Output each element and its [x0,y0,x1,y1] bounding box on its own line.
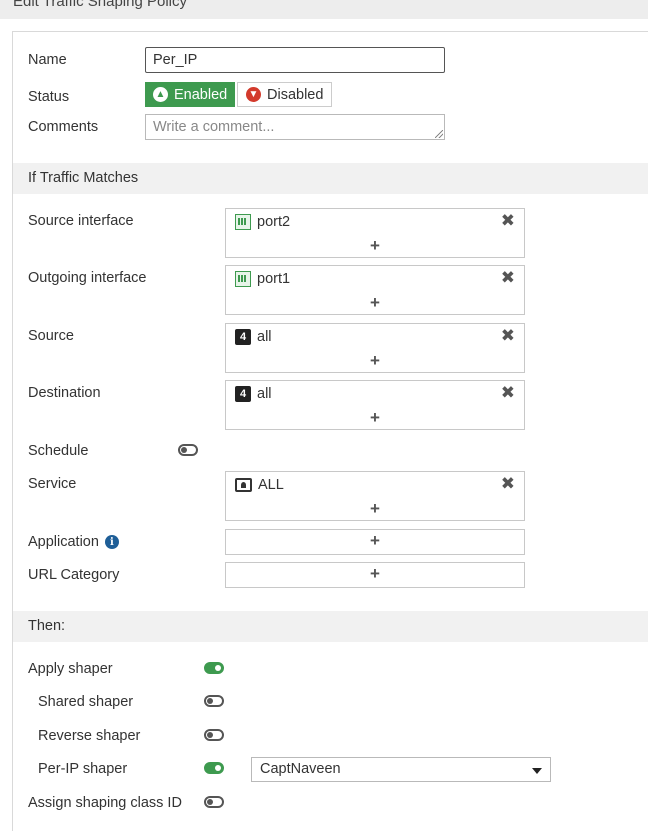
add-icon[interactable]: + [226,237,524,254]
remove-icon[interactable]: ✖ [501,384,515,401]
status-enabled-label: Enabled [174,86,228,103]
schedule-label: Schedule [28,443,89,459]
per-ip-shaper-select[interactable]: CaptNaveen [251,757,551,782]
shared-shaper-toggle[interactable] [204,695,224,707]
destination-label: Destination [28,385,101,401]
status-disabled-button[interactable]: ▼ Disabled [237,82,333,107]
add-icon[interactable]: + [226,565,524,582]
add-icon[interactable]: + [226,532,524,549]
name-input-value: Per_IP [153,52,198,68]
apply-shaper-label: Apply shaper [28,661,113,677]
source-value: all [257,329,272,345]
section-title: Then: [28,618,66,634]
reverse-shaper-toggle[interactable] [204,729,224,741]
add-icon[interactable]: + [226,294,524,311]
schedule-toggle[interactable] [178,444,198,456]
port-icon [235,271,251,287]
assign-class-label: Assign shaping class ID [28,795,182,811]
name-input[interactable]: Per_IP [145,47,445,73]
add-icon[interactable]: + [226,409,524,426]
reverse-shaper-label: Reverse shaper [38,728,141,744]
comments-textarea[interactable]: Write a comment... [145,114,445,140]
address-ipv4-icon: 4 [235,386,251,402]
dialog-title: Edit Traffic Shaping Policy [13,0,187,10]
source-field[interactable]: 4 all ✖ + [225,323,525,373]
destination-field[interactable]: 4 all ✖ + [225,380,525,430]
dialog-title-bar: Edit Traffic Shaping Policy [0,0,648,19]
add-icon[interactable]: + [226,352,524,369]
service-entry[interactable]: ALL [235,477,284,493]
port-icon [235,214,251,230]
destination-entry[interactable]: 4 all [235,386,272,402]
status-disabled-label: Disabled [267,86,324,103]
source-label: Source [28,328,74,344]
url-category-label: URL Category [28,567,120,583]
remove-icon[interactable]: ✖ [501,269,515,286]
source-interface-label: Source interface [28,213,134,229]
source-interface-field[interactable]: port2 ✖ + [225,208,525,258]
url-category-field[interactable]: + [225,562,525,588]
outgoing-interface-label: Outgoing interface [28,270,147,286]
service-value: ALL [258,477,284,493]
outgoing-interface-field[interactable]: port1 ✖ + [225,265,525,315]
source-interface-entry[interactable]: port2 [235,214,290,230]
add-icon[interactable]: + [226,500,524,517]
section-then: Then: [13,611,648,642]
info-icon[interactable]: i [104,535,119,550]
address-ipv4-icon: 4 [235,329,251,345]
application-label-row: Application i [28,534,119,550]
status-enabled-button[interactable]: ▲ Enabled [145,82,236,107]
source-entry[interactable]: 4 all [235,329,272,345]
service-field[interactable]: ALL ✖ + [225,471,525,521]
form-panel [12,31,648,831]
remove-icon[interactable]: ✖ [501,212,515,229]
arrow-up-circle-icon: ▲ [153,87,168,102]
application-label: Application [28,534,99,550]
per-ip-shaper-value: CaptNaveen [260,761,341,777]
chevron-down-icon [532,768,542,774]
section-title: If Traffic Matches [28,170,139,186]
shared-shaper-label: Shared shaper [38,694,134,710]
comments-placeholder: Write a comment... [153,119,275,135]
comments-label: Comments [28,119,99,135]
arrow-down-circle-icon: ▼ [246,87,261,102]
section-if-traffic-matches: If Traffic Matches [13,163,648,194]
service-icon [235,478,252,492]
outgoing-interface-value: port1 [257,271,291,287]
application-field[interactable]: + [225,529,525,555]
assign-class-toggle[interactable] [204,796,224,808]
source-interface-value: port2 [257,214,291,230]
status-label: Status [28,89,70,105]
service-label: Service [28,476,77,492]
name-label: Name [28,52,67,68]
remove-icon[interactable]: ✖ [501,327,515,344]
per-ip-shaper-toggle[interactable] [204,762,224,774]
resize-grip-icon[interactable] [435,130,443,138]
destination-value: all [257,386,272,402]
outgoing-interface-entry[interactable]: port1 [235,271,290,287]
remove-icon[interactable]: ✖ [501,475,515,492]
apply-shaper-toggle[interactable] [204,662,224,674]
per-ip-shaper-label: Per-IP shaper [38,761,128,777]
